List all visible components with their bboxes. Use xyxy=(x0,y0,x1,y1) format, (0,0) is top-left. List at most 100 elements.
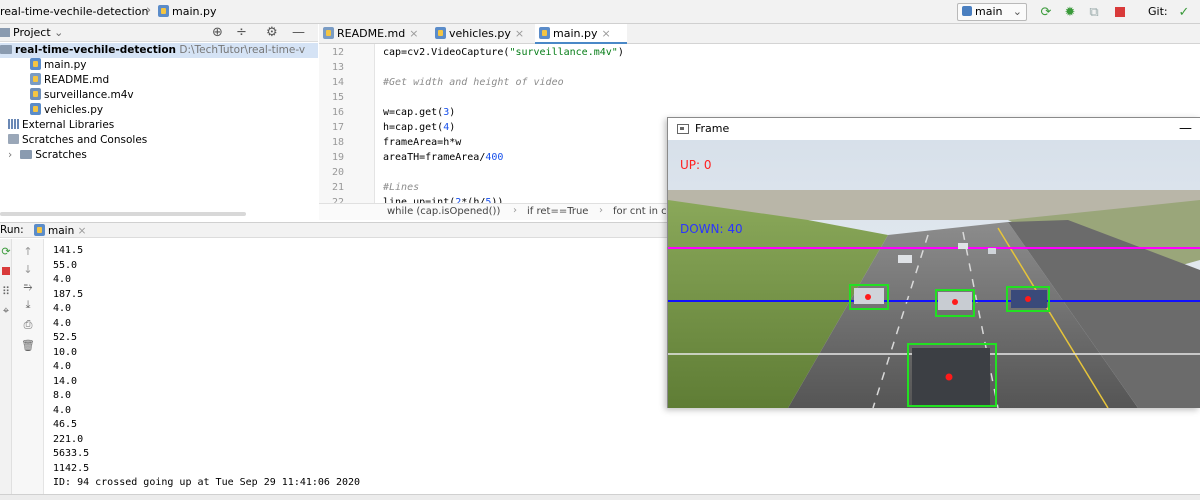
tab-label: README.md xyxy=(337,27,406,40)
breadcrumb-project[interactable]: real-time-vechile-detection xyxy=(0,5,148,18)
folder-icon xyxy=(0,45,12,54)
pin-icon[interactable]: ⌖ xyxy=(0,304,12,317)
trash-icon[interactable]: 🗑 xyxy=(21,339,35,352)
status-strip xyxy=(0,494,1200,500)
code-line[interactable]: #Get width and height of video xyxy=(383,77,564,88)
close-icon[interactable]: × xyxy=(601,27,610,40)
breadcrumb-file[interactable]: main.py xyxy=(158,5,216,18)
console-line: 10.0 xyxy=(53,346,78,358)
console-line: 141.5 xyxy=(53,245,84,256)
rerun-icon[interactable]: ⟳ xyxy=(0,245,12,258)
rerun-icon[interactable]: ⟳ xyxy=(1038,4,1054,20)
vehicle xyxy=(958,243,968,249)
code-line-text: cap=cv2.VideoCapture("surveillance.m4v") xyxy=(383,47,624,58)
minimize-icon[interactable]: — xyxy=(1179,118,1192,140)
close-icon[interactable]: × xyxy=(409,27,418,40)
code-line[interactable]: #Lines xyxy=(383,182,419,193)
scroll-to-end-icon[interactable]: ⤓ xyxy=(22,298,34,311)
code-line[interactable]: frameArea=h*w xyxy=(383,137,461,148)
console-line: 4.0 xyxy=(53,404,72,416)
tree-root-folder[interactable]: real-time-vechile-detection D:\TechTutor… xyxy=(0,43,318,58)
run-tab[interactable]: main × xyxy=(34,224,86,237)
tree-item-scratches[interactable]: › Scratches xyxy=(8,148,87,163)
tab-main[interactable]: main.py × xyxy=(535,24,627,44)
code-breadcrumb-item[interactable]: if ret==True xyxy=(527,206,588,217)
python-icon xyxy=(962,6,972,16)
gear-icon[interactable]: ⚙ xyxy=(266,25,278,40)
tree-item-file[interactable]: README.md xyxy=(30,73,109,88)
arrow-down-icon[interactable]: ↓ xyxy=(22,263,34,276)
project-icon xyxy=(0,28,10,37)
hide-panel-icon[interactable]: — xyxy=(292,25,305,40)
markdown-file-icon xyxy=(30,73,41,85)
centroid-dot xyxy=(1025,296,1031,302)
tree-item-scratches-consoles[interactable]: Scratches and Consoles xyxy=(8,133,147,148)
code-line-text: w=cap.get(3) xyxy=(383,107,456,118)
code-breadcrumb-item[interactable]: for cnt in c xyxy=(613,206,667,217)
console-line: 5633.5 xyxy=(53,448,90,459)
console-output[interactable]: 141.5 55.0 4.0 187.5 4.0 4.0 52.5 10.0 4… xyxy=(45,239,667,494)
horizontal-scrollbar[interactable] xyxy=(0,212,246,216)
close-icon[interactable]: × xyxy=(515,27,524,40)
navigation-bar: real-time-vechile-detection › main.py ma… xyxy=(0,0,1200,24)
code-line[interactable]: areaTH=frameArea/400 xyxy=(383,152,503,163)
chevron-down-icon: ⌄ xyxy=(54,26,64,39)
settings-icon[interactable]: ⠿ xyxy=(0,285,12,298)
code-line-text: areaTH=frameArea/400 xyxy=(383,152,504,163)
tree-item-file[interactable]: vehicles.py xyxy=(30,103,103,118)
scratches-icon xyxy=(8,134,19,144)
code-line[interactable]: cap=cv2.VideoCapture("surveillance.m4v") xyxy=(383,47,624,58)
print-icon[interactable]: ⎙ xyxy=(22,318,34,331)
code-line[interactable]: w=cap.get(3) xyxy=(383,107,455,118)
console-line: ID: 94 crossed going up at Tue Sep 29 11… xyxy=(53,477,361,488)
tree-item-label: Scratches and Consoles xyxy=(22,134,148,146)
down-counter: DOWN: 40 xyxy=(680,222,743,236)
frame-window[interactable]: Frame — UP: 0 DOWN: 40 xyxy=(667,117,1200,408)
tree-item-label: surveillance.m4v xyxy=(44,89,134,101)
tree-item-external-libraries[interactable]: External Libraries xyxy=(8,118,114,133)
tree-item-file[interactable]: main.py xyxy=(30,58,86,73)
python-icon xyxy=(34,224,45,236)
project-panel-title[interactable]: Project ⌄ xyxy=(0,26,63,39)
console-line: 52.5 xyxy=(53,332,78,343)
collapse-icon[interactable]: ÷ xyxy=(236,25,247,40)
video-frame: UP: 0 DOWN: 40 xyxy=(668,140,1200,408)
arrow-up-icon[interactable]: ↑ xyxy=(22,245,34,258)
line-number-gutter: 12 13 14 15 16 17 18 19 20 21 22 xyxy=(319,44,375,208)
line-number: 14 xyxy=(331,77,344,88)
code-line[interactable]: h=cap.get(4) xyxy=(383,122,455,133)
tree-item-file[interactable]: surveillance.m4v xyxy=(30,88,134,103)
library-icon xyxy=(8,119,19,129)
locate-icon[interactable]: ⊕ xyxy=(212,25,223,40)
close-icon[interactable]: × xyxy=(78,225,87,237)
python-file-icon xyxy=(539,27,550,39)
code-comment: #Get width and height of video xyxy=(383,77,564,88)
markdown-file-icon xyxy=(323,27,334,39)
line-number: 17 xyxy=(331,122,344,133)
code-breadcrumb-item[interactable]: while (cap.isOpened()) xyxy=(387,206,500,217)
console-line: 187.5 xyxy=(53,288,84,300)
editor-tab-bar: README.md × vehicles.py × main.py × xyxy=(319,24,1200,44)
coverage-icon[interactable]: ⧉ xyxy=(1086,4,1102,20)
console-line: 14.0 xyxy=(53,375,78,387)
project-title-label: Project xyxy=(13,26,51,39)
line-number: 12 xyxy=(331,47,344,58)
root-folder-name: real-time-vechile-detection xyxy=(15,44,177,56)
stop-icon[interactable] xyxy=(0,265,12,277)
soft-wrap-icon[interactable]: ⥱ xyxy=(22,280,34,293)
stop-icon[interactable] xyxy=(1112,4,1128,20)
run-configuration-select[interactable]: main ⌄ xyxy=(957,3,1027,21)
console-line: 8.0 xyxy=(53,390,72,401)
tab-readme[interactable]: README.md × xyxy=(319,24,431,44)
code-comment: #Lines xyxy=(383,182,420,193)
python-file-icon xyxy=(435,27,446,39)
line-number: 18 xyxy=(331,137,344,148)
python-file-icon xyxy=(30,103,41,115)
git-label[interactable]: Git: xyxy=(1148,5,1168,18)
tab-vehicles[interactable]: vehicles.py × xyxy=(431,24,534,44)
debug-icon[interactable]: ✹ xyxy=(1062,4,1078,20)
frame-title-bar[interactable]: Frame — xyxy=(668,118,1200,140)
frame-title: Frame xyxy=(695,122,730,135)
console-line: 4.0 xyxy=(53,303,72,314)
git-update-icon[interactable]: ✓ xyxy=(1176,4,1192,20)
